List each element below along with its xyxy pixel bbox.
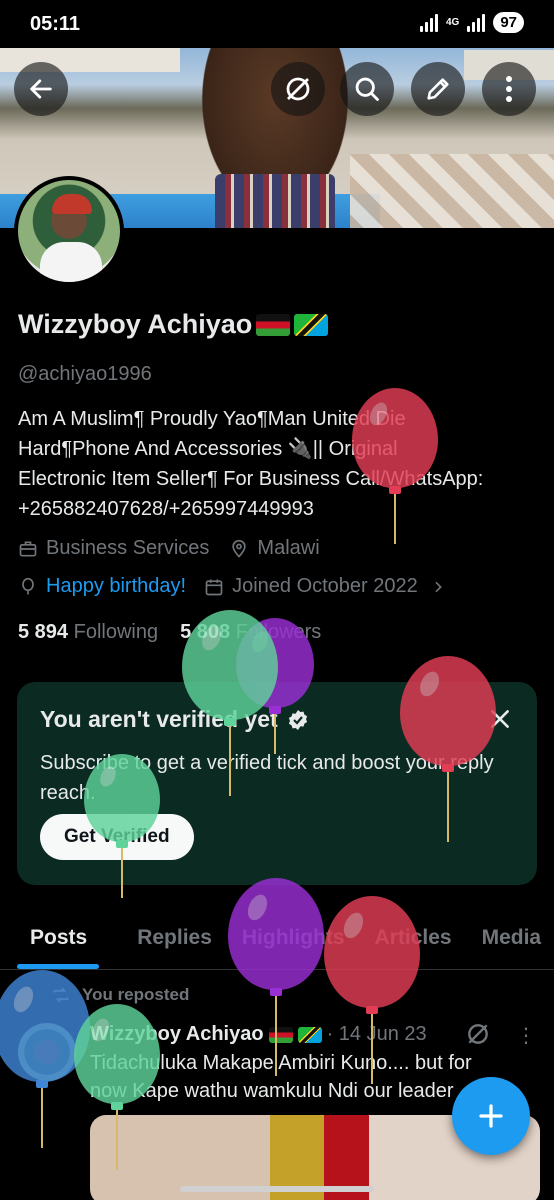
- bio-line: Electronic Item Seller¶ For Business Cal…: [18, 468, 484, 490]
- verify-text: Subscribe to get a verified tick and boo…: [40, 752, 494, 804]
- post-author[interactable]: Wizzyboy Achiyao: [90, 1023, 264, 1046]
- follow-counts: 5 894 Following 5 808 Followers: [18, 621, 321, 644]
- plus-icon: [479, 1104, 503, 1128]
- status-indicators: 4G 97: [419, 12, 524, 33]
- display-name: Wizzyboy Achiyao: [18, 309, 253, 339]
- post-header: Wizzyboy Achiyao · 14 Jun 23: [90, 1023, 427, 1046]
- location-label: Malawi: [257, 537, 320, 559]
- battery-level: 97: [493, 12, 524, 33]
- avatar-hat: [52, 194, 92, 214]
- grok-button[interactable]: [271, 62, 325, 116]
- verify-title: You aren't verified yet: [40, 706, 278, 732]
- profile-bio: Am A Muslim¶ Proudly Yao¶Man United Die …: [18, 404, 543, 524]
- malawi-flag-icon: [268, 1026, 293, 1043]
- status-time: 05:11: [30, 13, 81, 35]
- profile-avatar[interactable]: [14, 176, 124, 286]
- profile-meta-row-2: Happy birthday! Joined October 2022: [18, 575, 446, 598]
- following-link[interactable]: 5 894 Following: [18, 621, 158, 644]
- followers-count: 5 808: [180, 621, 231, 643]
- slash-circle-icon[interactable]: [465, 1021, 491, 1047]
- birthday-link[interactable]: Happy birthday!: [46, 575, 186, 598]
- profile-tabs: Posts Replies Highlights Articles Media: [0, 910, 554, 970]
- repost-indicator: You reposted: [50, 985, 189, 1005]
- briefcase-icon: [19, 541, 37, 556]
- post-more-button[interactable]: ⋮: [516, 1023, 536, 1048]
- get-verified-button[interactable]: Get Verified: [40, 814, 194, 860]
- signal-icon-2: [467, 13, 486, 32]
- followers-label: Followers: [235, 621, 322, 643]
- joined-label: Joined October 2022: [232, 575, 418, 597]
- post-date: · 14 Jun 23: [326, 1023, 427, 1045]
- back-button[interactable]: [14, 62, 68, 116]
- tab-media[interactable]: Media: [452, 910, 542, 969]
- repost-label: You reposted: [82, 985, 190, 1004]
- post-text-line: Tidachuluka Makape Ambiri Kuno.... but f…: [90, 1052, 472, 1074]
- compose-button[interactable]: [452, 1077, 530, 1155]
- close-icon[interactable]: [487, 706, 513, 732]
- following-count: 5 894: [18, 621, 69, 643]
- calendar-icon: [205, 579, 223, 595]
- verified-badge-icon: [288, 709, 307, 730]
- banner-shorts: [215, 174, 335, 228]
- tanzania-flag-icon: [294, 313, 329, 336]
- profile-meta-row: Business Services Malawi: [18, 537, 320, 560]
- home-indicator[interactable]: [180, 1186, 374, 1192]
- tanzania-flag-icon: [297, 1026, 322, 1043]
- vertical-dots-icon: [506, 76, 512, 102]
- search-button[interactable]: [340, 62, 394, 116]
- tab-highlights[interactable]: Highlights: [212, 910, 345, 969]
- slash-circle-icon: [286, 77, 310, 101]
- tab-articles[interactable]: Articles: [345, 910, 452, 969]
- bio-line: Hard¶Phone And Accessories 🔌|| Original: [18, 438, 398, 460]
- banner-floor: [350, 154, 554, 228]
- repost-icon: [53, 987, 69, 1003]
- followers-link[interactable]: 5 808 Followers: [180, 621, 321, 644]
- more-options-button[interactable]: [482, 62, 536, 116]
- tab-replies[interactable]: Replies: [87, 910, 212, 969]
- pencil-icon: [427, 78, 449, 100]
- location-pin-icon: [232, 539, 247, 558]
- chevron-right-icon[interactable]: [430, 579, 446, 595]
- avatar-shirt: [40, 242, 102, 282]
- edit-button[interactable]: [411, 62, 465, 116]
- balloon-icon: [22, 577, 34, 594]
- profile-handle: @achiyao1996: [18, 363, 152, 385]
- status-bar: 05:11 4G 97: [0, 0, 554, 48]
- tab-posts[interactable]: Posts: [0, 910, 87, 969]
- malawi-flag-icon: [256, 313, 291, 336]
- network-type: 4G: [445, 16, 460, 28]
- following-label: Following: [73, 621, 159, 643]
- signal-icon: [419, 13, 438, 32]
- bio-line: Am A Muslim¶ Proudly Yao¶Man United Die: [18, 408, 406, 430]
- bio-line[interactable]: +265882407628/+265997449993: [18, 494, 543, 524]
- category-label: Business Services: [46, 537, 210, 559]
- post-avatar[interactable]: [18, 1023, 76, 1081]
- arrow-left-icon: [30, 79, 52, 99]
- verify-card: You aren't verified yet Subscribe to get…: [17, 682, 537, 885]
- active-tab-indicator: [17, 964, 99, 969]
- search-icon: [355, 77, 379, 101]
- verify-title-row: You aren't verified yet: [40, 706, 310, 733]
- profile-name-row: Wizzyboy Achiyao: [18, 309, 329, 340]
